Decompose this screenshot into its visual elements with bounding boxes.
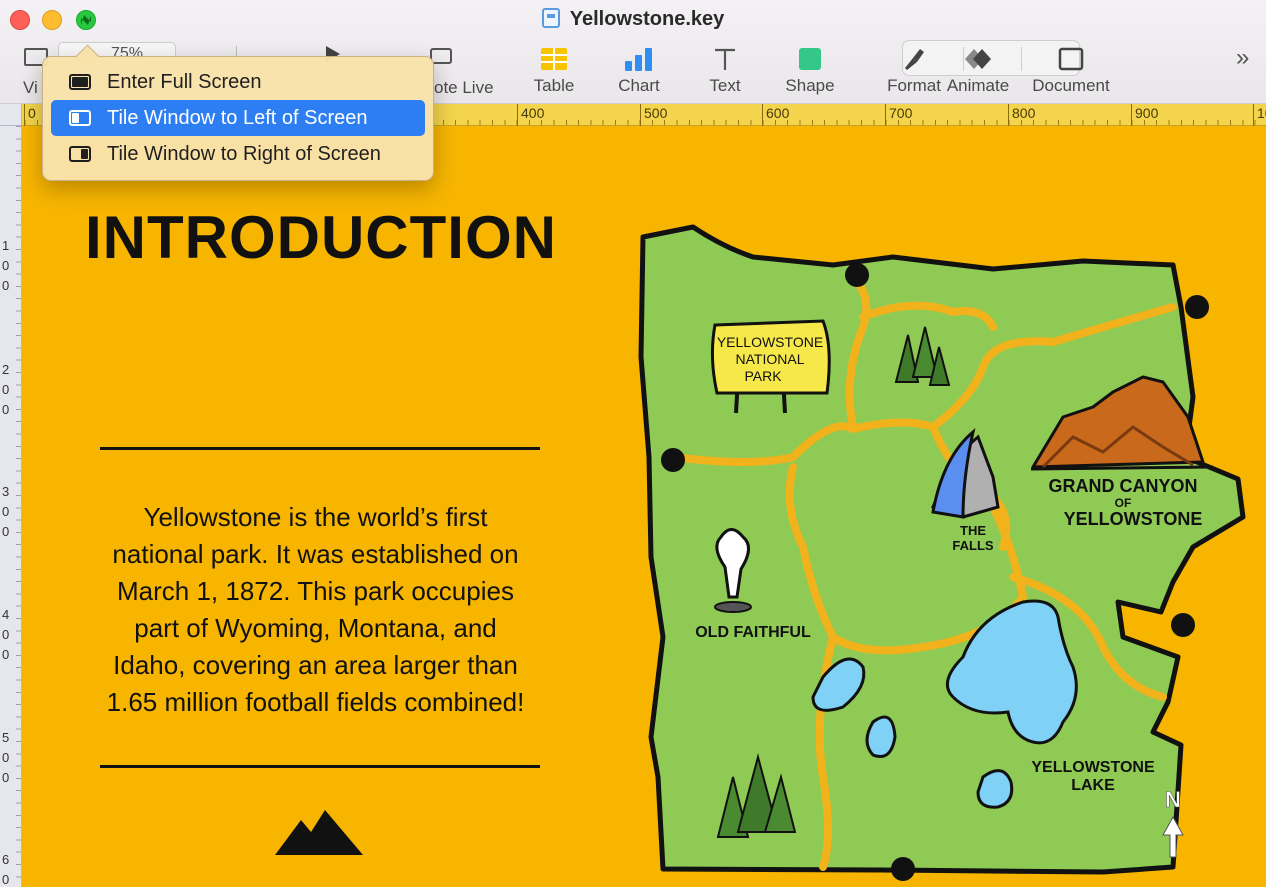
divider-line-top[interactable] bbox=[100, 447, 540, 450]
tile-left-icon bbox=[69, 110, 91, 126]
text-button[interactable]: Text bbox=[685, 44, 765, 96]
vertical-ruler[interactable]: 1 0 0 2 0 0 3 0 0 4 0 0 5 0 0 6 0 bbox=[0, 126, 22, 887]
canyon-label-line-2: OF bbox=[1115, 496, 1132, 510]
chart-icon bbox=[625, 48, 652, 71]
ruler-tick-label: 400 bbox=[517, 104, 544, 126]
ruler-tick-label: 3 0 0 bbox=[2, 484, 10, 539]
canyon-label-line-3: YELLOWSTONE bbox=[1064, 509, 1203, 529]
ruler-tick-label: 600 bbox=[762, 104, 789, 126]
ruler-tick-label: 700 bbox=[885, 104, 912, 126]
mountain-icon[interactable] bbox=[275, 810, 365, 856]
shape-label: Shape bbox=[785, 76, 835, 95]
north-label: N bbox=[1165, 787, 1181, 812]
ruler-tick-label: 0 bbox=[24, 104, 36, 126]
body-line: 1.65 million football fields combined! bbox=[106, 687, 525, 717]
ruler-tick-label: 2 0 0 bbox=[2, 362, 10, 417]
body-line: Idaho, covering an area larger than bbox=[113, 650, 518, 680]
table-label: Table bbox=[533, 76, 575, 95]
format-brush-icon bbox=[905, 49, 924, 70]
lake-label-line-1: YELLOWSTONE bbox=[1031, 759, 1155, 776]
menu-item-enter-full-screen[interactable]: Enter Full Screen bbox=[51, 64, 425, 100]
falls-label-line-2: FALLS bbox=[952, 538, 993, 553]
slide-canvas[interactable]: INTRODUCTION Yellowstone is the world’s … bbox=[23, 127, 1266, 887]
chart-button[interactable]: Chart bbox=[599, 44, 679, 96]
animate-label: Animate bbox=[946, 76, 1010, 95]
ruler-tick-label: 800 bbox=[1008, 104, 1035, 126]
ruler-tick-label: 900 bbox=[1131, 104, 1158, 126]
menu-item-label: Enter Full Screen bbox=[107, 70, 262, 93]
lake-label-line-2: LAKE bbox=[1071, 777, 1115, 794]
old-faithful-label: OLD FAITHFUL bbox=[695, 624, 811, 641]
ruler-tick-label: 5 0 0 bbox=[2, 730, 10, 785]
toolbar-overflow-chevron-icon[interactable]: » bbox=[1236, 44, 1249, 72]
slide-heading[interactable]: INTRODUCTION bbox=[85, 203, 557, 272]
view-button-label[interactable]: Vi bbox=[23, 78, 38, 98]
yellowstone-map-illustration[interactable]: YELLOWSTONE NATIONAL PARK GRAND CANYON O… bbox=[633, 217, 1266, 887]
ruler-tick-label: 4 0 0 bbox=[2, 607, 10, 662]
body-line: March 1, 1872. This park occupies bbox=[117, 576, 514, 606]
sign-line-1: YELLOWSTONE bbox=[717, 334, 823, 350]
window-title: Yellowstone.key bbox=[0, 8, 1266, 31]
body-line: Yellowstone is the world’s first bbox=[143, 502, 488, 532]
animate-icon bbox=[965, 49, 991, 69]
menu-item-tile-right[interactable]: Tile Window to Right of Screen bbox=[51, 136, 425, 172]
table-icon bbox=[541, 48, 567, 70]
text-label: Text bbox=[709, 76, 741, 95]
document-button[interactable]: Document bbox=[1017, 44, 1125, 96]
ruler-tick-label: 500 bbox=[640, 104, 667, 126]
falls-label-line-1: THE bbox=[960, 523, 986, 538]
window-title-text: Yellowstone.key bbox=[569, 8, 725, 30]
chart-label: Chart bbox=[618, 76, 660, 95]
canyon-label-line-1: GRAND CANYON bbox=[1048, 476, 1197, 496]
sign-line-3: PARK bbox=[744, 368, 782, 384]
body-line: part of Wyoming, Montana, and bbox=[134, 613, 497, 643]
slide-body-text[interactable]: Yellowstone is the world’s first nationa… bbox=[83, 499, 548, 721]
full-screen-icon bbox=[69, 74, 91, 90]
document-icon bbox=[1058, 47, 1084, 71]
ruler-tick-label: 6 0 bbox=[2, 852, 10, 887]
animate-button[interactable]: Animate bbox=[938, 44, 1018, 96]
shape-icon bbox=[799, 48, 821, 70]
document-label: Document bbox=[1032, 76, 1110, 95]
sign-line-2: NATIONAL bbox=[736, 351, 805, 367]
text-icon bbox=[715, 48, 735, 70]
keynote-document-icon bbox=[541, 8, 560, 28]
ruler-tick-label: 10 bbox=[1253, 104, 1266, 126]
ruler-tick-label: 1 0 0 bbox=[2, 238, 10, 293]
menu-item-tile-left[interactable]: Tile Window to Left of Screen bbox=[51, 100, 425, 136]
menu-item-label: Tile Window to Left of Screen bbox=[107, 106, 368, 129]
keynote-live-label[interactable]: ote Live bbox=[434, 78, 494, 98]
shape-button[interactable]: Shape bbox=[770, 44, 850, 96]
window-tiling-menu: Enter Full Screen Tile Window to Left of… bbox=[42, 56, 434, 181]
divider-line-bottom[interactable] bbox=[100, 765, 540, 768]
menu-item-label: Tile Window to Right of Screen bbox=[107, 142, 381, 165]
tile-right-icon bbox=[69, 146, 91, 162]
body-line: national park. It was established on bbox=[112, 539, 519, 569]
ruler-corner bbox=[0, 104, 22, 126]
table-button[interactable]: Table bbox=[514, 44, 594, 96]
